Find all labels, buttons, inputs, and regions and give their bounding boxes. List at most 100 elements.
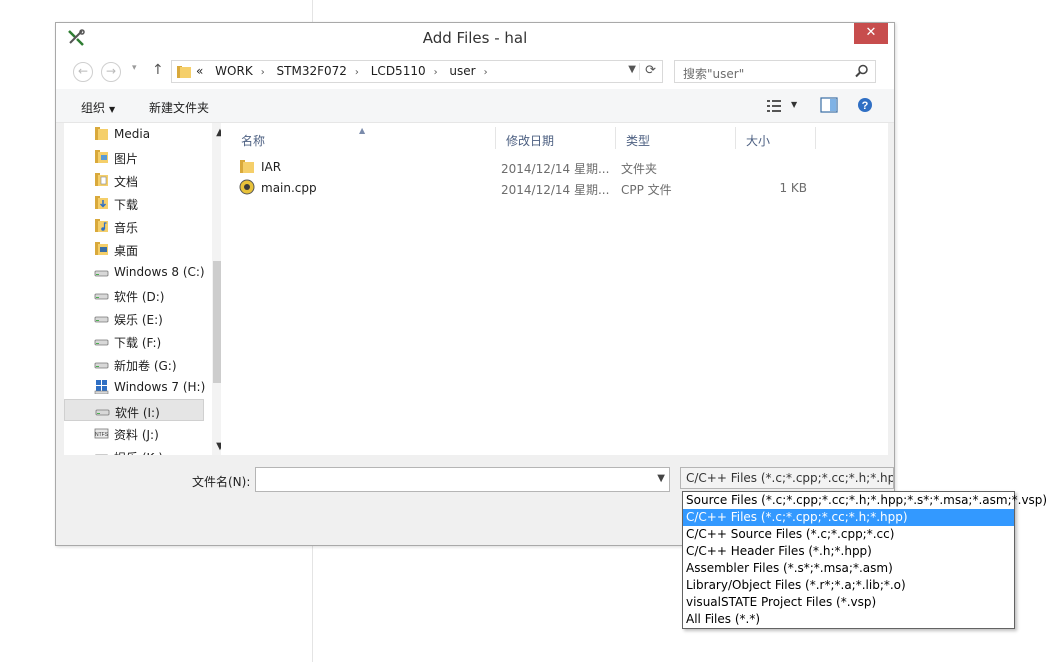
title-bar[interactable]: Add Files - hal ✕: [56, 23, 894, 53]
sidebar-item[interactable]: 音乐: [64, 215, 204, 237]
organize-button[interactable]: 组织 ▼: [81, 99, 115, 116]
scroll-up-icon[interactable]: ▲: [212, 125, 221, 141]
file-type-option[interactable]: Source Files (*.c;*.cpp;*.cc;*.h;*.hpp;*…: [683, 492, 1047, 509]
drive-icon: [94, 270, 109, 277]
column-name-label: 名称: [241, 134, 266, 148]
breadcrumb-item[interactable]: LCD5110: [371, 64, 426, 78]
sidebar-item-label: 文档: [114, 175, 139, 189]
up-button[interactable]: ↑: [152, 62, 164, 78]
breadcrumb-item[interactable]: STM32F072: [277, 64, 347, 78]
sidebar-item[interactable]: 文档: [64, 169, 204, 191]
chevron-down-icon[interactable]: ▼: [657, 473, 665, 484]
folder-icon: [177, 66, 191, 78]
file-type-option[interactable]: C/C++ Header Files (*.h;*.hpp): [683, 543, 1014, 560]
sidebar-item[interactable]: Windows 8 (C:): [64, 261, 205, 283]
search-input[interactable]: 搜索"user": [674, 60, 876, 83]
breadcrumb: « WORK › STM32F072 › LCD5110 › user ›: [196, 64, 496, 78]
view-options-icon[interactable]: [766, 99, 782, 113]
sidebar-item[interactable]: 图片: [64, 146, 204, 168]
sidebar-item[interactable]: 下载 (F:): [64, 330, 204, 352]
file-type: 文件夹: [621, 162, 658, 176]
file-type-option[interactable]: C/C++ Source Files (*.c;*.cpp;*.cc): [683, 526, 1014, 543]
breadcrumb-item[interactable]: user: [449, 64, 475, 78]
sidebar-item-label: 娱乐 (E:): [114, 313, 163, 327]
sidebar-item[interactable]: 下载: [64, 192, 204, 214]
sidebar-item-label: 图片: [114, 152, 139, 166]
column-type-label: 类型: [626, 134, 651, 148]
sidebar-item[interactable]: 娱乐 (E:): [64, 307, 204, 329]
file-size: 1 KB: [779, 181, 807, 195]
file-type-option[interactable]: C/C++ Files (*.c;*.cpp;*.cc;*.h;*.hpp): [683, 509, 1014, 526]
file-type-select[interactable]: C/C++ Files (*.c;*.cpp;*.cc;*.h;*.hpp): [680, 467, 894, 489]
file-name: IAR: [261, 160, 282, 174]
breadcrumb-separator-icon[interactable]: ›: [355, 67, 359, 78]
chevron-down-icon[interactable]: ▼: [628, 64, 636, 75]
scroll-thumb[interactable]: [213, 261, 221, 383]
desktop-icon: [95, 242, 108, 255]
sidebar-item[interactable]: Media: [64, 123, 204, 145]
sidebar-item[interactable]: 软件 (I:): [64, 399, 204, 421]
column-date-label: 修改日期: [506, 134, 555, 148]
folder-icon: [95, 127, 108, 140]
file-date: 2014/12/14 星期...: [501, 183, 610, 197]
drive-icon: [94, 316, 109, 323]
column-header-type[interactable]: 类型: [616, 127, 736, 149]
navigation-bar: ← → ▾ ↑ « WORK › STM32F072 › LCD5110 › user…: [56, 53, 894, 89]
forward-button[interactable]: →: [101, 62, 121, 82]
sidebar-item[interactable]: 娱乐 (K:): [64, 445, 204, 455]
search-icon: [855, 64, 868, 78]
drive-icon: [94, 362, 109, 369]
preview-pane-icon[interactable]: [820, 97, 838, 113]
window-title: Add Files - hal: [422, 29, 528, 47]
sidebar-item-label: 娱乐 (K:): [114, 449, 163, 455]
filename-label: 文件名(N):: [192, 475, 251, 489]
filename-input[interactable]: ▼: [255, 467, 670, 492]
drive-icon: [94, 293, 109, 300]
file-type-option[interactable]: Library/Object Files (*.r*;*.a;*.lib;*.o…: [683, 577, 1014, 594]
column-header-size[interactable]: 大小: [736, 127, 816, 149]
command-toolbar: 组织 ▼ 新建文件夹 ▼ ?: [56, 89, 894, 123]
navigation-scrollbar[interactable]: ▲ ▼: [212, 123, 221, 455]
new-folder-button[interactable]: 新建文件夹: [149, 99, 209, 116]
column-size-label: 大小: [746, 134, 771, 148]
sidebar-item-label: 音乐: [114, 221, 139, 235]
music-icon: [95, 219, 108, 232]
breadcrumb-separator-icon[interactable]: ›: [261, 67, 265, 78]
file-name: main.cpp: [261, 181, 317, 195]
file-type-dropdown-list[interactable]: Source Files (*.c;*.cpp;*.cc;*.h;*.hpp;*…: [682, 491, 1047, 629]
column-header-name[interactable]: 名称 ▲: [221, 126, 496, 149]
breadcrumb-item[interactable]: WORK: [215, 64, 253, 78]
file-type-option[interactable]: visualSTATE Project Files (*.vsp): [683, 594, 1014, 611]
table-row[interactable]: IAR 2014/12/14 星期... 文件夹: [231, 156, 881, 177]
file-type-option[interactable]: All Files (*.*): [683, 611, 1014, 628]
sidebar-item[interactable]: 软件 (D:): [64, 284, 204, 306]
help-icon[interactable]: ?: [857, 97, 873, 113]
close-button[interactable]: ✕: [854, 23, 888, 44]
divider: [815, 127, 816, 149]
table-row[interactable]: main.cpp 2014/12/14 星期... CPP 文件 1 KB: [231, 177, 881, 198]
back-button[interactable]: ←: [73, 62, 93, 82]
refresh-icon[interactable]: ⟳: [645, 63, 656, 78]
add-files-dialog: Add Files - hal ✕ ← → ▾ ↑ « WORK › STM32F…: [55, 22, 895, 546]
column-header-date[interactable]: 修改日期: [496, 127, 616, 149]
folder-icon: [240, 160, 254, 173]
svg-text:?: ?: [862, 100, 869, 112]
ntfs-drive-icon: NTFS: [94, 428, 109, 439]
sidebar-item[interactable]: 新加卷 (G:): [64, 353, 204, 375]
scroll-down-icon[interactable]: ▼: [212, 439, 221, 455]
file-type-option[interactable]: Assembler Files (*.s*;*.msa;*.asm): [683, 560, 1014, 577]
chevron-down-icon[interactable]: ▼: [791, 100, 797, 109]
navigation-pane[interactable]: Media 图片文档下载音乐桌面 Windows 8 (C:) 软件 (D:) 娱乐 (…: [64, 123, 221, 455]
sidebar-item-label: 资料 (J:): [114, 428, 159, 442]
sidebar-item[interactable]: 桌面: [64, 238, 204, 260]
sidebar-item[interactable]: NTFS 资料 (J:): [64, 422, 204, 444]
sidebar-item[interactable]: Windows 7 (H:): [64, 376, 205, 398]
file-list[interactable]: 名称 ▲ 修改日期 类型 大小 IAR 2014/12/14 星期... 文件夹: [221, 123, 888, 455]
recent-locations-dropdown[interactable]: ▾: [132, 63, 137, 73]
breadcrumb-overflow[interactable]: «: [196, 64, 203, 78]
address-bar[interactable]: « WORK › STM32F072 › LCD5110 › user › ▼ ⟳: [171, 60, 663, 83]
documents-icon: [95, 173, 108, 186]
breadcrumb-separator-icon[interactable]: ›: [434, 67, 438, 78]
breadcrumb-separator-icon[interactable]: ›: [484, 67, 488, 78]
drive-icon: [95, 409, 110, 416]
